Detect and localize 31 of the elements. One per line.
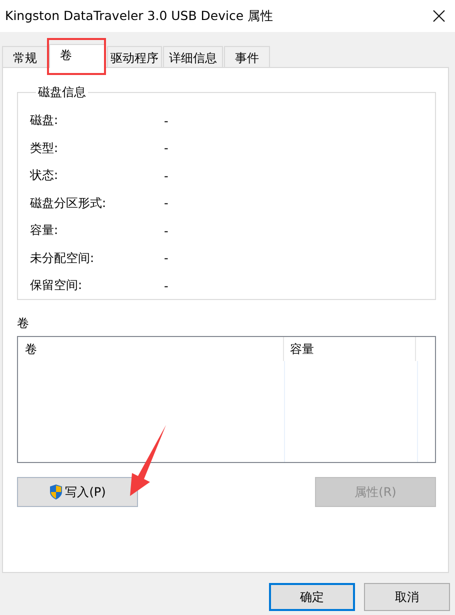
- field-label: 容量:: [30, 222, 58, 240]
- field-label: 保留空间:: [30, 277, 82, 294]
- field-label: 类型:: [30, 140, 58, 157]
- action-button[interactable]: 写入(P): [17, 477, 138, 507]
- tab[interactable]: 常规: [2, 46, 48, 67]
- field-value: -: [164, 141, 168, 156]
- field-value: -: [164, 196, 168, 210]
- volume-list[interactable]: 卷 容量: [17, 336, 436, 463]
- tab[interactable]: 卷: [49, 44, 106, 68]
- highlight-frame: [47, 38, 106, 75]
- pointer-arrow: [128, 425, 168, 497]
- field-label: 磁盘分区形式:: [30, 194, 106, 212]
- field-value: -: [164, 168, 168, 183]
- close-icon[interactable]: [433, 10, 445, 22]
- column-header[interactable]: 容量: [284, 337, 416, 361]
- field-value: -: [164, 224, 168, 238]
- window-title: Kingston DataTraveler 3.0 USB Device 属性: [5, 8, 274, 24]
- section-title: 卷: [17, 315, 29, 332]
- group-title: 磁盘信息: [37, 84, 87, 101]
- tab[interactable]: 驱动程序: [107, 46, 162, 67]
- dialog-button[interactable]: 取消: [364, 583, 450, 611]
- column-header[interactable]: 卷: [18, 337, 284, 361]
- tab[interactable]: 详细信息: [163, 46, 223, 67]
- field-value: -: [164, 114, 168, 128]
- field-value: -: [164, 278, 168, 293]
- field-label: 状态:: [30, 167, 58, 184]
- dialog-button[interactable]: 确定: [269, 583, 355, 611]
- tab[interactable]: 事件: [224, 46, 270, 67]
- field-label: 未分配空间:: [30, 250, 94, 267]
- field-label: 磁盘:: [30, 112, 58, 130]
- field-value: -: [164, 251, 168, 266]
